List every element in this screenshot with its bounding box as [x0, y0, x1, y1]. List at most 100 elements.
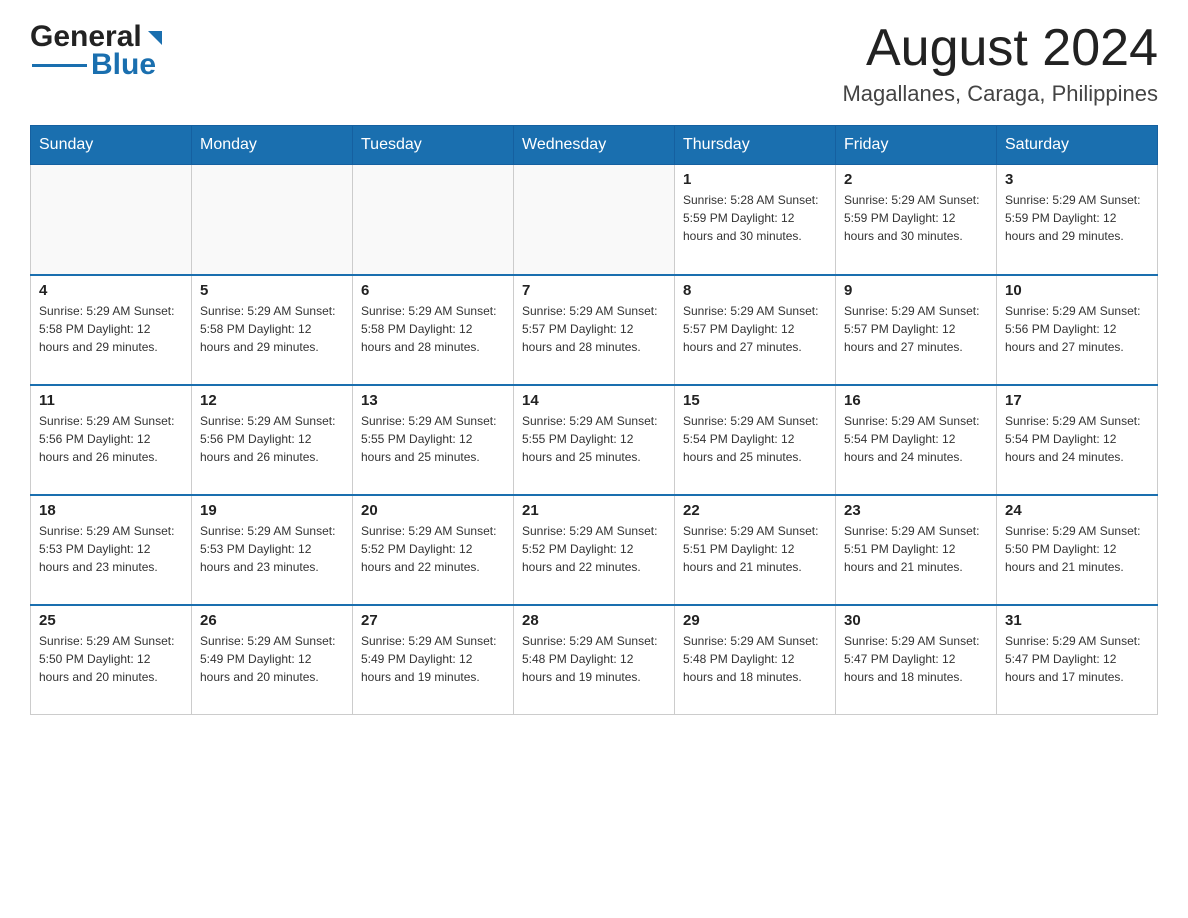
- calendar-cell: 16 Sunrise: 5:29 AM Sunset: 5:54 PM Dayli…: [836, 385, 997, 495]
- day-number: 14: [522, 392, 666, 409]
- day-number: 2: [844, 171, 988, 188]
- calendar-cell: 9Sunrise: 5:29 AM Sunset: 5:57 PM Daylig…: [836, 275, 997, 385]
- day-number: 15: [683, 392, 827, 409]
- logo-blue-text: Blue: [91, 48, 156, 82]
- calendar-cell: 6 Sunrise: 5:29 AM Sunset: 5:58 PM Daylig…: [353, 275, 514, 385]
- day-info: Sunrise: 5:29 AM Sunset: 5:58 PM Dayligh…: [361, 302, 505, 356]
- calendar-cell: 29 Sunrise: 5:29 AM Sunset: 5:48 PM Dayli…: [675, 605, 836, 715]
- day-info: Sunrise: 5:29 AM Sunset: 5:55 PM Dayligh…: [522, 412, 666, 466]
- day-number: 19: [200, 502, 344, 519]
- day-number: 26: [200, 612, 344, 629]
- calendar-cell: 22 Sunrise: 5:29 AM Sunset: 5:51 PM Dayli…: [675, 495, 836, 605]
- day-info: Sunrise: 5:28 AM Sunset: 5:59 PM Dayligh…: [683, 191, 827, 245]
- calendar-week-row: 11 Sunrise: 5:29 AM Sunset: 5:56 PM Dayli…: [31, 385, 1158, 495]
- calendar-header-friday: Friday: [836, 126, 997, 165]
- day-number: 13: [361, 392, 505, 409]
- calendar-cell: [514, 165, 675, 275]
- logo: General Blue: [30, 20, 166, 82]
- day-number: 11: [39, 392, 183, 409]
- day-info: Sunrise: 5:29 AM Sunset: 5:59 PM Dayligh…: [844, 191, 988, 245]
- calendar-cell: 14 Sunrise: 5:29 AM Sunset: 5:55 PM Dayli…: [514, 385, 675, 495]
- day-number: 30: [844, 612, 988, 629]
- day-info: Sunrise: 5:29 AM Sunset: 5:53 PM Dayligh…: [39, 522, 183, 576]
- day-number: 12: [200, 392, 344, 409]
- day-number: 1: [683, 171, 827, 188]
- calendar-header-saturday: Saturday: [997, 126, 1158, 165]
- day-info: Sunrise: 5:29 AM Sunset: 5:47 PM Dayligh…: [1005, 632, 1149, 686]
- calendar-cell: 4 Sunrise: 5:29 AM Sunset: 5:58 PM Daylig…: [31, 275, 192, 385]
- calendar-header-sunday: Sunday: [31, 126, 192, 165]
- day-info: Sunrise: 5:29 AM Sunset: 5:56 PM Dayligh…: [1005, 302, 1149, 356]
- day-info: Sunrise: 5:29 AM Sunset: 5:48 PM Dayligh…: [683, 632, 827, 686]
- day-number: 31: [1005, 612, 1149, 629]
- day-number: 17: [1005, 392, 1149, 409]
- day-number: 20: [361, 502, 505, 519]
- day-info: Sunrise: 5:29 AM Sunset: 5:54 PM Dayligh…: [844, 412, 988, 466]
- day-info: Sunrise: 5:29 AM Sunset: 5:56 PM Dayligh…: [200, 412, 344, 466]
- calendar-header-monday: Monday: [192, 126, 353, 165]
- calendar-cell: 11 Sunrise: 5:29 AM Sunset: 5:56 PM Dayli…: [31, 385, 192, 495]
- day-info: Sunrise: 5:29 AM Sunset: 5:51 PM Dayligh…: [683, 522, 827, 576]
- day-info: Sunrise: 5:29 AM Sunset: 5:54 PM Dayligh…: [1005, 412, 1149, 466]
- calendar-cell: 13 Sunrise: 5:29 AM Sunset: 5:55 PM Dayli…: [353, 385, 514, 495]
- calendar-cell: 15Sunrise: 5:29 AM Sunset: 5:54 PM Dayli…: [675, 385, 836, 495]
- day-info: Sunrise: 5:29 AM Sunset: 5:58 PM Dayligh…: [200, 302, 344, 356]
- day-info: Sunrise: 5:29 AM Sunset: 5:53 PM Dayligh…: [200, 522, 344, 576]
- calendar-cell: 25 Sunrise: 5:29 AM Sunset: 5:50 PM Dayli…: [31, 605, 192, 715]
- calendar-header-tuesday: Tuesday: [353, 126, 514, 165]
- calendar-cell: 10 Sunrise: 5:29 AM Sunset: 5:56 PM Dayli…: [997, 275, 1158, 385]
- day-info: Sunrise: 5:29 AM Sunset: 5:49 PM Dayligh…: [361, 632, 505, 686]
- calendar-cell: 20 Sunrise: 5:29 AM Sunset: 5:52 PM Dayli…: [353, 495, 514, 605]
- day-info: Sunrise: 5:29 AM Sunset: 5:55 PM Dayligh…: [361, 412, 505, 466]
- day-number: 3: [1005, 171, 1149, 188]
- day-info: Sunrise: 5:29 AM Sunset: 5:56 PM Dayligh…: [39, 412, 183, 466]
- day-number: 23: [844, 502, 988, 519]
- calendar-cell: 2 Sunrise: 5:29 AM Sunset: 5:59 PM Daylig…: [836, 165, 997, 275]
- day-number: 6: [361, 282, 505, 299]
- day-info: Sunrise: 5:29 AM Sunset: 5:59 PM Dayligh…: [1005, 191, 1149, 245]
- calendar-cell: 1 Sunrise: 5:28 AM Sunset: 5:59 PM Daylig…: [675, 165, 836, 275]
- calendar-cell: [192, 165, 353, 275]
- day-info: Sunrise: 5:29 AM Sunset: 5:52 PM Dayligh…: [522, 522, 666, 576]
- calendar-cell: 28 Sunrise: 5:29 AM Sunset: 5:48 PM Dayli…: [514, 605, 675, 715]
- day-info: Sunrise: 5:29 AM Sunset: 5:50 PM Dayligh…: [39, 632, 183, 686]
- calendar-cell: 3 Sunrise: 5:29 AM Sunset: 5:59 PM Daylig…: [997, 165, 1158, 275]
- location-title: Magallanes, Caraga, Philippines: [842, 81, 1158, 107]
- day-info: Sunrise: 5:29 AM Sunset: 5:47 PM Dayligh…: [844, 632, 988, 686]
- day-number: 22: [683, 502, 827, 519]
- day-number: 8: [683, 282, 827, 299]
- calendar-cell: 18 Sunrise: 5:29 AM Sunset: 5:53 PM Dayli…: [31, 495, 192, 605]
- day-number: 25: [39, 612, 183, 629]
- calendar-cell: [353, 165, 514, 275]
- calendar-cell: 19 Sunrise: 5:29 AM Sunset: 5:53 PM Dayli…: [192, 495, 353, 605]
- header-right: August 2024 Magallanes, Caraga, Philippi…: [842, 20, 1158, 107]
- day-number: 18: [39, 502, 183, 519]
- day-info: Sunrise: 5:29 AM Sunset: 5:50 PM Dayligh…: [1005, 522, 1149, 576]
- day-number: 24: [1005, 502, 1149, 519]
- day-info: Sunrise: 5:29 AM Sunset: 5:57 PM Dayligh…: [844, 302, 988, 356]
- calendar-cell: 21Sunrise: 5:29 AM Sunset: 5:52 PM Dayli…: [514, 495, 675, 605]
- calendar-cell: 12 Sunrise: 5:29 AM Sunset: 5:56 PM Dayli…: [192, 385, 353, 495]
- calendar-cell: 17 Sunrise: 5:29 AM Sunset: 5:54 PM Dayli…: [997, 385, 1158, 495]
- calendar-cell: [31, 165, 192, 275]
- calendar-cell: 30 Sunrise: 5:29 AM Sunset: 5:47 PM Dayli…: [836, 605, 997, 715]
- day-number: 7: [522, 282, 666, 299]
- day-info: Sunrise: 5:29 AM Sunset: 5:48 PM Dayligh…: [522, 632, 666, 686]
- day-number: 29: [683, 612, 827, 629]
- calendar-cell: 23Sunrise: 5:29 AM Sunset: 5:51 PM Dayli…: [836, 495, 997, 605]
- calendar-week-row: 4 Sunrise: 5:29 AM Sunset: 5:58 PM Daylig…: [31, 275, 1158, 385]
- day-info: Sunrise: 5:29 AM Sunset: 5:57 PM Dayligh…: [683, 302, 827, 356]
- day-number: 10: [1005, 282, 1149, 299]
- calendar-header-thursday: Thursday: [675, 126, 836, 165]
- day-number: 5: [200, 282, 344, 299]
- day-info: Sunrise: 5:29 AM Sunset: 5:58 PM Dayligh…: [39, 302, 183, 356]
- calendar-header-row: SundayMondayTuesdayWednesdayThursdayFrid…: [31, 126, 1158, 165]
- page-header: General Blue August 2024 Magallanes, Car…: [30, 20, 1158, 107]
- calendar-header-wednesday: Wednesday: [514, 126, 675, 165]
- day-info: Sunrise: 5:29 AM Sunset: 5:52 PM Dayligh…: [361, 522, 505, 576]
- calendar-cell: 8 Sunrise: 5:29 AM Sunset: 5:57 PM Daylig…: [675, 275, 836, 385]
- day-number: 4: [39, 282, 183, 299]
- day-number: 16: [844, 392, 988, 409]
- calendar-cell: 26Sunrise: 5:29 AM Sunset: 5:49 PM Dayli…: [192, 605, 353, 715]
- day-number: 28: [522, 612, 666, 629]
